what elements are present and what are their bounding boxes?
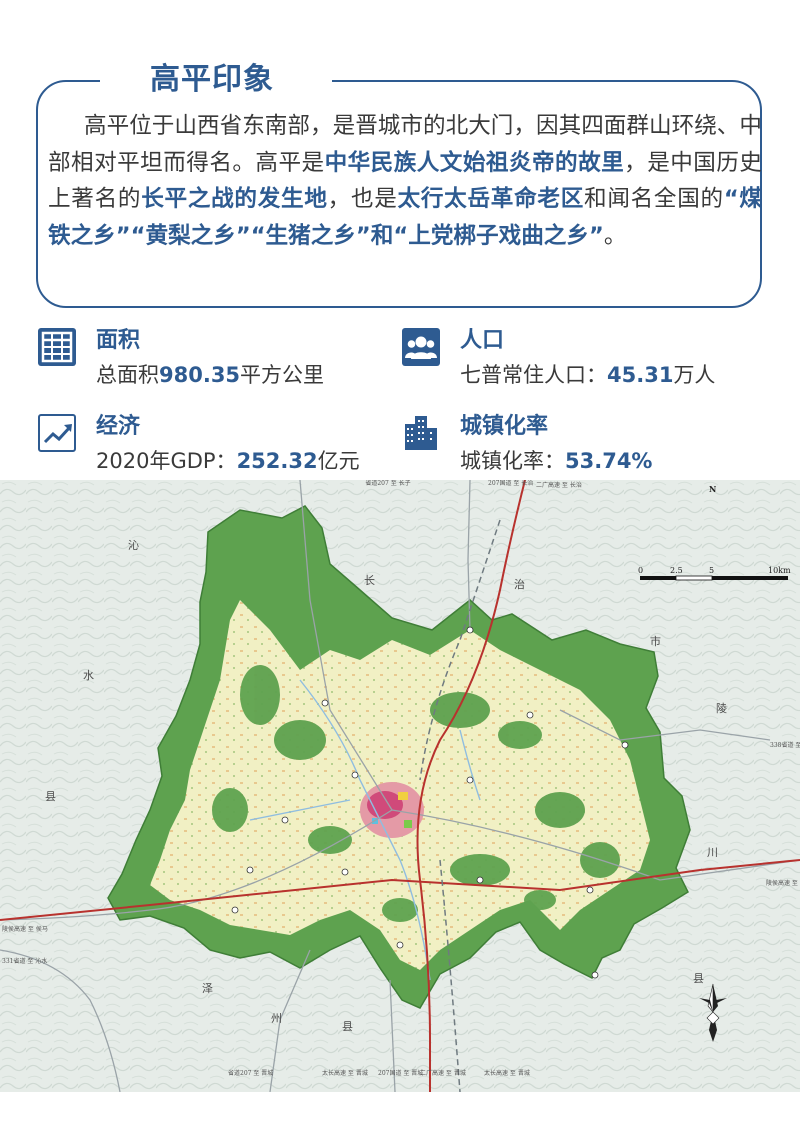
stat-area-value: 总面积980.35平方公里 (96, 363, 325, 387)
intro-paragraph: 高平位于山西省东南部，是晋城市的北大门，因其四面群山环绕、中部相对平坦而得名。高… (48, 113, 762, 249)
road-label-b4: 二广高速 至 晋城 (420, 1070, 466, 1077)
people-icon (402, 328, 440, 366)
scale-bar (640, 575, 788, 581)
road-label-left1: 陵侯高速 至 侯马 (2, 926, 48, 933)
map-label-xian-1: 县 (45, 790, 56, 803)
road-label-top2: 207国道 至 长治 (488, 480, 534, 487)
map-label-qin: 沁 (128, 539, 139, 552)
highlight-yandi: 中华民族人文始祖炎帝的故里 (324, 149, 625, 176)
stat-urbanization-value: 城镇化率：53.74% (460, 449, 653, 473)
map-label-xian-2: 县 (693, 972, 704, 985)
map-label-zhou: 州 (271, 1012, 282, 1025)
map-label-xian-3: 县 (342, 1020, 353, 1033)
map-label-ling: 陵 (716, 702, 727, 715)
scale-label-2-5: 2.5 (670, 566, 683, 575)
stat-economy-label: 经济 (96, 414, 141, 439)
highlight-revolution: 太行太岳革命老区 (397, 186, 585, 212)
road-label-b3: 207国道 至 晋城 (378, 1070, 424, 1077)
scale-label-0: 0 (638, 566, 644, 575)
road-label-top3: 二广高速 至 长治 (536, 482, 582, 489)
scale-label-5: 5 (709, 566, 715, 575)
map-label-chuan: 川 (707, 846, 718, 859)
scale-label-10km: 10km (768, 566, 791, 575)
road-label-right1: 338省道 至 陵川 (770, 742, 800, 749)
road-label-left2: 331省道 至 沁水 (2, 958, 48, 965)
road-label-top1: 省道207 至 长子 (365, 480, 411, 487)
north-label: N (709, 484, 717, 494)
road-label-b2: 太长高速 至 晋城 (322, 1070, 368, 1077)
county-map: N 0 2.5 5 10km 沁 水 县 长 治 市 陵 川 县 泽 州 县 省… (0, 480, 800, 1092)
grid-icon (38, 328, 76, 366)
stat-population-value: 七普常住人口：45.31万人 (460, 363, 716, 387)
road-label-b5: 太长高速 至 晋城 (484, 1070, 530, 1077)
stat-economy-value: 2020年GDP：252.32亿元 (96, 449, 360, 473)
page-title: 高平印象 (150, 62, 274, 97)
map-label-chang: 长 (364, 574, 375, 587)
map-label-shui: 水 (83, 669, 94, 682)
map-label-ze: 泽 (202, 982, 213, 995)
map-label-zhi: 治 (514, 578, 525, 591)
buildings-icon (402, 414, 440, 452)
highlight-changping: 长平之战的发生地 (141, 186, 328, 212)
road-label-right2: 陵侯高速 至 晋城 (766, 880, 800, 887)
stat-population-label: 人口 (460, 328, 505, 353)
map-label-shi: 市 (650, 635, 661, 648)
trend-chart-icon (38, 414, 76, 452)
stat-urbanization-label: 城镇化率 (460, 414, 549, 439)
stat-area-label: 面积 (96, 328, 141, 353)
road-label-b1: 省道207 至 晋城 (228, 1070, 274, 1077)
